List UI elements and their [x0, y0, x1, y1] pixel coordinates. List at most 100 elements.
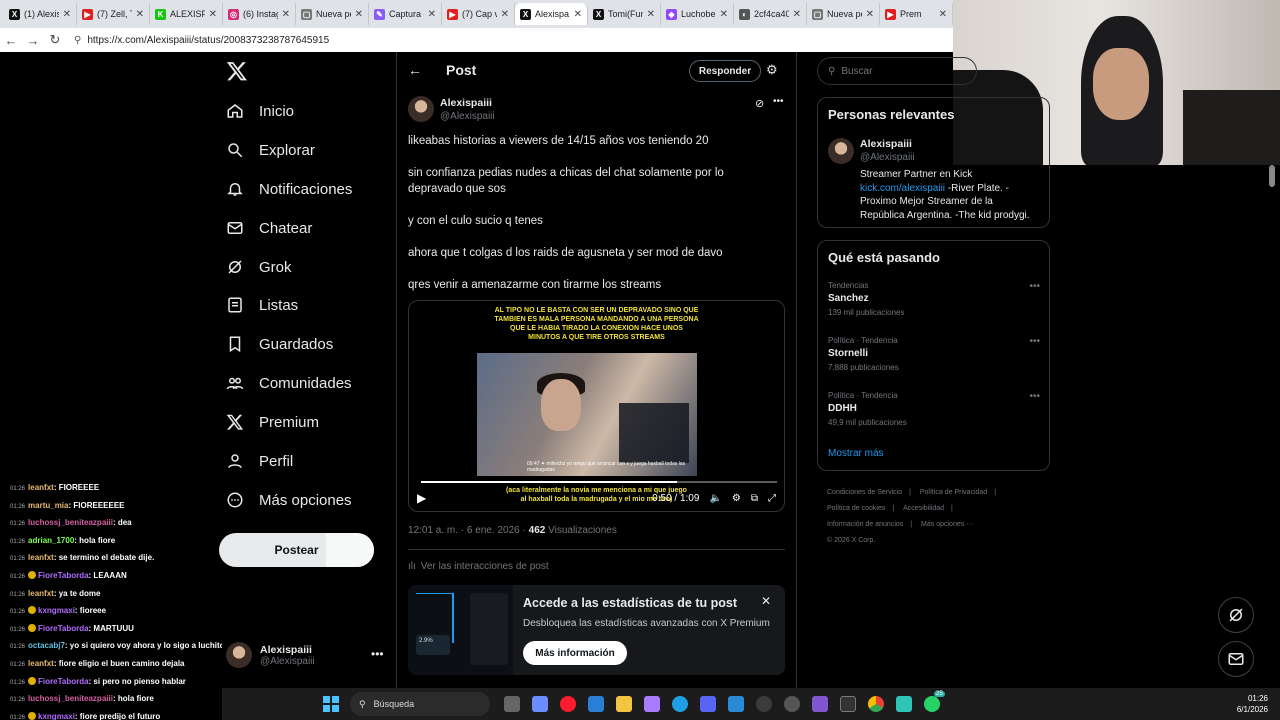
- browser-tab[interactable]: K ALEXISPA ✕: [150, 3, 223, 25]
- post-interactions-link[interactable]: ılı Ver las interacciones de post: [408, 561, 549, 572]
- video-player[interactable]: AL TIPO NO LE BASTA CON SER UN DEPRAVADO…: [408, 300, 785, 512]
- browser-tab[interactable]: ▢ Nueva pe ✕: [296, 3, 369, 25]
- search-input[interactable]: ⚲ Buscar: [817, 57, 977, 85]
- trend-item[interactable]: Política · Tendencia Stornelli 7.888 pub…: [828, 336, 1040, 372]
- footer-link[interactable]: Accesibilidad: [903, 505, 944, 512]
- trend-more-icon[interactable]: •••: [1029, 391, 1040, 402]
- taskbar-search[interactable]: ⚲ Búsqueda: [350, 692, 490, 716]
- relevant-user-name[interactable]: Alexispaiii: [860, 138, 912, 150]
- reload-icon[interactable]: ↻: [44, 29, 66, 51]
- pen-app-icon[interactable]: [644, 696, 660, 712]
- sliders-icon[interactable]: ⚙: [766, 62, 778, 78]
- author-handle[interactable]: @Alexispaiii: [440, 111, 495, 122]
- sidebar-item-grok[interactable]: Grok: [226, 255, 292, 279]
- close-icon[interactable]: ✕: [939, 9, 947, 20]
- chrome-icon[interactable]: [868, 696, 884, 712]
- browser-tab[interactable]: ◐ 2cf4ca40- ✕: [734, 3, 807, 25]
- show-more-link[interactable]: Mostrar más: [828, 448, 884, 459]
- windows-start-icon[interactable]: [323, 696, 339, 712]
- browser-tab[interactable]: ▢ Nueva pe ✕: [807, 3, 880, 25]
- footer-link[interactable]: Información de anuncios: [827, 521, 903, 528]
- sidebar-item-inicio[interactable]: Inicio: [226, 99, 294, 123]
- trend-item[interactable]: Política · Tendencia DDHH 49,9 mil publi…: [828, 391, 1040, 427]
- forward-arrow-icon[interactable]: →: [22, 29, 44, 51]
- close-icon[interactable]: ✕: [355, 9, 363, 20]
- close-icon[interactable]: ✕: [428, 9, 436, 20]
- scrollbar[interactable]: [1269, 165, 1275, 187]
- site-info-icon[interactable]: ⚲: [74, 35, 81, 46]
- close-icon[interactable]: ✕: [209, 9, 217, 20]
- footer-link[interactable]: Más opciones ···: [921, 521, 973, 528]
- sidebar-item-perfil[interactable]: Perfil: [226, 449, 293, 473]
- browser-tab[interactable]: ✎ Captura d ✕: [369, 3, 442, 25]
- sidebar-item-guardados[interactable]: Guardados: [226, 332, 333, 356]
- play-icon[interactable]: ▶: [417, 491, 426, 505]
- close-icon[interactable]: ✕: [761, 594, 771, 608]
- browser-tab[interactable]: X Alexispa ✕: [515, 3, 588, 25]
- close-icon[interactable]: ✕: [647, 9, 655, 20]
- browser-tab[interactable]: ▶ (7) Zell, T ✕: [77, 3, 150, 25]
- opera-icon[interactable]: [560, 696, 576, 712]
- footer-link[interactable]: Política de cookies: [827, 505, 885, 512]
- close-icon[interactable]: ✕: [866, 9, 874, 20]
- grok-icon[interactable]: ⊘: [755, 97, 764, 110]
- trend-more-icon[interactable]: •••: [1029, 281, 1040, 292]
- author-avatar[interactable]: [408, 96, 434, 122]
- post-button[interactable]: Postear: [219, 533, 374, 567]
- sidebar-item-notificaciones[interactable]: Notificaciones: [226, 177, 352, 201]
- whatsapp-icon[interactable]: [924, 696, 940, 712]
- sidebar-item-mas-opciones[interactable]: Más opciones: [226, 488, 352, 512]
- grok-floating-button[interactable]: [1218, 597, 1254, 633]
- back-arrow-icon[interactable]: ←: [0, 29, 22, 51]
- sidebar-item-listas[interactable]: Listas: [226, 293, 298, 317]
- fullscreen-icon[interactable]: ⤢: [768, 493, 776, 504]
- discord-icon[interactable]: [700, 696, 716, 712]
- footer-link[interactable]: Condiciones de Servicio: [827, 489, 902, 496]
- close-icon[interactable]: ✕: [136, 9, 144, 20]
- trend-item[interactable]: Tendencias Sanchez 139 mil publicaciones…: [828, 281, 1040, 317]
- relevant-user-avatar[interactable]: [828, 138, 854, 164]
- back-arrow-icon[interactable]: ←: [408, 62, 422, 78]
- post-timestamp[interactable]: 12:01 a. m. · 6 ene. 2026: [408, 525, 520, 536]
- post-more-icon[interactable]: •••: [773, 96, 784, 107]
- pip-icon[interactable]: ⧉: [751, 493, 758, 504]
- browser-tab[interactable]: X (1) Alexis ✕: [4, 3, 77, 25]
- app-grid-icon[interactable]: [812, 696, 828, 712]
- address-bar[interactable]: ⚲ https://x.com/Alexispaiii/status/20083…: [74, 30, 329, 50]
- store-icon[interactable]: [588, 696, 604, 712]
- sidebar-item-comunidades[interactable]: Comunidades: [226, 371, 352, 395]
- vscode-icon[interactable]: [728, 696, 744, 712]
- sidebar-item-chatear[interactable]: Chatear: [226, 216, 312, 240]
- reply-button[interactable]: Responder: [689, 60, 761, 82]
- browser-tab[interactable]: ◎ (6) Instagr ✕: [223, 3, 296, 25]
- relevant-user-handle[interactable]: @Alexispaiii: [860, 152, 915, 163]
- footer-link[interactable]: Política de Privacidad: [920, 489, 987, 496]
- sync-icon[interactable]: [756, 696, 772, 712]
- edge-icon[interactable]: [672, 696, 688, 712]
- close-icon[interactable]: ✕: [63, 9, 71, 20]
- author-name[interactable]: Alexispaiii: [440, 97, 492, 109]
- notes-icon[interactable]: [896, 696, 912, 712]
- browser-tab[interactable]: X Tomi(Fun ✕: [588, 3, 661, 25]
- bio-link[interactable]: kick.com/alexispaiii: [860, 183, 945, 194]
- browser-tab[interactable]: ▶ Prem ✕: [880, 3, 953, 25]
- settings-gear-icon[interactable]: ⚙: [732, 493, 741, 504]
- account-more-icon[interactable]: •••: [371, 647, 384, 661]
- close-icon[interactable]: ✕: [574, 9, 582, 20]
- trend-more-icon[interactable]: •••: [1029, 336, 1040, 347]
- task-view-icon[interactable]: [504, 696, 520, 712]
- steam-icon[interactable]: [784, 696, 800, 712]
- video-progress-bar[interactable]: [421, 481, 777, 483]
- browser-tab[interactable]: ▶ (7) Cap vs ✕: [442, 3, 515, 25]
- sidebar-item-explorar[interactable]: Explorar: [226, 138, 315, 162]
- close-icon[interactable]: ✕: [282, 9, 290, 20]
- copilot-icon[interactable]: [532, 696, 548, 712]
- volume-icon[interactable]: 🔈: [709, 493, 721, 504]
- sidebar-item-premium[interactable]: Premium: [226, 410, 319, 434]
- folder-icon[interactable]: [616, 696, 632, 712]
- account-switcher[interactable]: Alexispaiii @Alexispaiii: [226, 642, 315, 668]
- close-icon[interactable]: ✕: [501, 9, 509, 20]
- close-icon[interactable]: ✕: [720, 9, 728, 20]
- browser-tab[interactable]: ◆ Luchoben ✕: [661, 3, 734, 25]
- x-logo-icon[interactable]: [226, 60, 248, 82]
